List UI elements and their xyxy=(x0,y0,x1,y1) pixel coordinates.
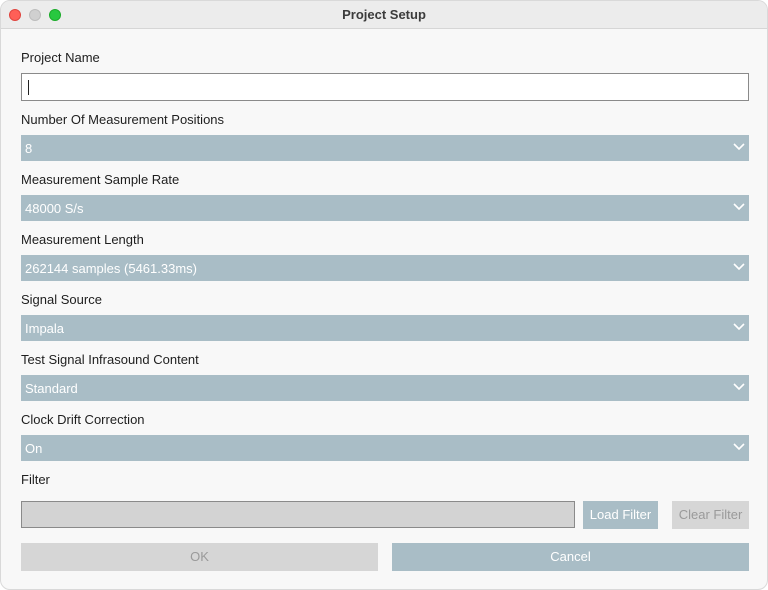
text-caret xyxy=(28,80,29,95)
infrasound-content-select[interactable]: Standard xyxy=(21,375,749,401)
title-bar: Project Setup xyxy=(1,1,767,29)
measurement-length-value: 262144 samples (5461.33ms) xyxy=(25,261,197,276)
clear-filter-button[interactable]: Clear Filter xyxy=(672,501,749,529)
measurement-positions-select[interactable]: 8 xyxy=(21,135,749,161)
clock-drift-value: On xyxy=(25,441,43,456)
filter-label: Filter xyxy=(21,472,50,487)
cancel-button[interactable]: Cancel xyxy=(392,543,749,571)
sample-rate-value: 48000 S/s xyxy=(25,201,84,216)
chevron-down-icon xyxy=(733,323,745,331)
window-title: Project Setup xyxy=(342,7,426,22)
measurement-length-label: Measurement Length xyxy=(21,232,144,247)
infrasound-content-label: Test Signal Infrasound Content xyxy=(21,352,199,367)
project-setup-window: Project Setup Project Name Number Of Mea… xyxy=(0,0,768,590)
sample-rate-label: Measurement Sample Rate xyxy=(21,172,180,187)
project-name-input[interactable] xyxy=(21,73,749,101)
measurement-length-select[interactable]: 262144 samples (5461.33ms) xyxy=(21,255,749,281)
chevron-down-icon xyxy=(733,143,745,151)
chevron-down-icon xyxy=(733,203,745,211)
infrasound-content-value: Standard xyxy=(25,381,78,396)
signal-source-select[interactable]: Impala xyxy=(21,315,749,341)
chevron-down-icon xyxy=(733,443,745,451)
ok-button[interactable]: OK xyxy=(21,543,378,571)
signal-source-label: Signal Source xyxy=(21,292,102,307)
chevron-down-icon xyxy=(733,383,745,391)
measurement-positions-value: 8 xyxy=(25,141,33,156)
load-filter-button[interactable]: Load Filter xyxy=(583,501,658,529)
project-name-label: Project Name xyxy=(21,50,100,65)
clock-drift-label: Clock Drift Correction xyxy=(21,412,145,427)
measurement-positions-label: Number Of Measurement Positions xyxy=(21,112,225,127)
filter-path-field xyxy=(21,501,575,528)
signal-source-value: Impala xyxy=(25,321,65,336)
clock-drift-select[interactable]: On xyxy=(21,435,749,461)
sample-rate-select[interactable]: 48000 S/s xyxy=(21,195,749,221)
chevron-down-icon xyxy=(733,263,745,271)
